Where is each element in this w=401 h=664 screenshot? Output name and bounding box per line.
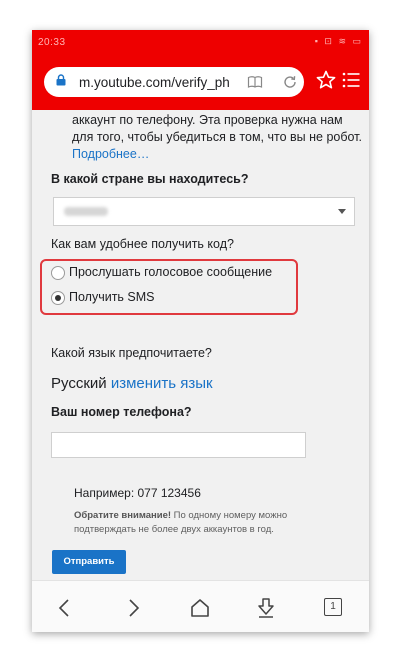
reader-mode-icon[interactable] <box>247 74 263 90</box>
url-text[interactable]: m.youtube.com/verify_ph <box>79 75 229 90</box>
country-select[interactable] <box>53 197 355 226</box>
status-icons: ▪ ⊡ ≋ ▭ <box>314 36 363 46</box>
country-value-blurred <box>64 207 108 216</box>
browser-toolbar: m.youtube.com/verify_ph <box>32 54 369 110</box>
language-question: Какой язык предпочитаете? <box>51 346 212 360</box>
current-language: Русский <box>51 375 107 392</box>
change-language-link[interactable]: изменить язык <box>111 375 213 392</box>
home-icon[interactable] <box>189 597 211 619</box>
intro-body: аккаунт по телефону. Эта проверка нужна … <box>72 113 362 144</box>
language-row: Русский изменить язык <box>51 375 213 392</box>
address-bar[interactable]: m.youtube.com/verify_ph <box>44 67 304 97</box>
status-time: 20:33 <box>38 37 66 48</box>
reload-icon[interactable] <box>282 74 298 90</box>
more-link[interactable]: Подробнее… <box>72 147 149 161</box>
download-icon[interactable] <box>255 597 277 619</box>
tabs-button[interactable]: 1 <box>324 598 342 616</box>
phone-input[interactable] <box>51 432 306 458</box>
phone-screen: 20:33 ▪ ⊡ ≋ ▭ m.youtube.com/verify_ph ак… <box>32 30 369 632</box>
bookmark-star-icon[interactable] <box>315 69 337 91</box>
radio-sms[interactable] <box>51 291 65 305</box>
country-question: В какой стране вы находитесь? <box>51 172 249 186</box>
radio-voice[interactable] <box>51 266 65 280</box>
phone-example: Например: 077 123456 <box>74 486 201 500</box>
chevron-down-icon <box>338 209 346 214</box>
lock-icon <box>56 74 66 86</box>
back-icon[interactable] <box>54 597 76 619</box>
option-voice-label[interactable]: Прослушать голосовое сообщение <box>69 265 272 279</box>
page-content: аккаунт по телефону. Эта проверка нужна … <box>32 110 369 580</box>
forward-icon[interactable] <box>122 597 144 619</box>
note-bold: Обратите внимание! <box>74 510 172 521</box>
option-sms-label[interactable]: Получить SMS <box>69 290 155 304</box>
note-text: Обратите внимание! По одному номеру можн… <box>74 509 344 537</box>
phone-question: Ваш номер телефона? <box>51 405 192 419</box>
bottom-navbar: 1 <box>32 580 369 632</box>
code-question: Как вам удобнее получить код? <box>51 237 234 251</box>
menu-icon[interactable] <box>341 70 361 90</box>
submit-button[interactable]: Отправить <box>52 550 126 574</box>
status-bar: 20:33 ▪ ⊡ ≋ ▭ <box>32 30 369 54</box>
intro-text: аккаунт по телефону. Эта проверка нужна … <box>72 112 362 163</box>
